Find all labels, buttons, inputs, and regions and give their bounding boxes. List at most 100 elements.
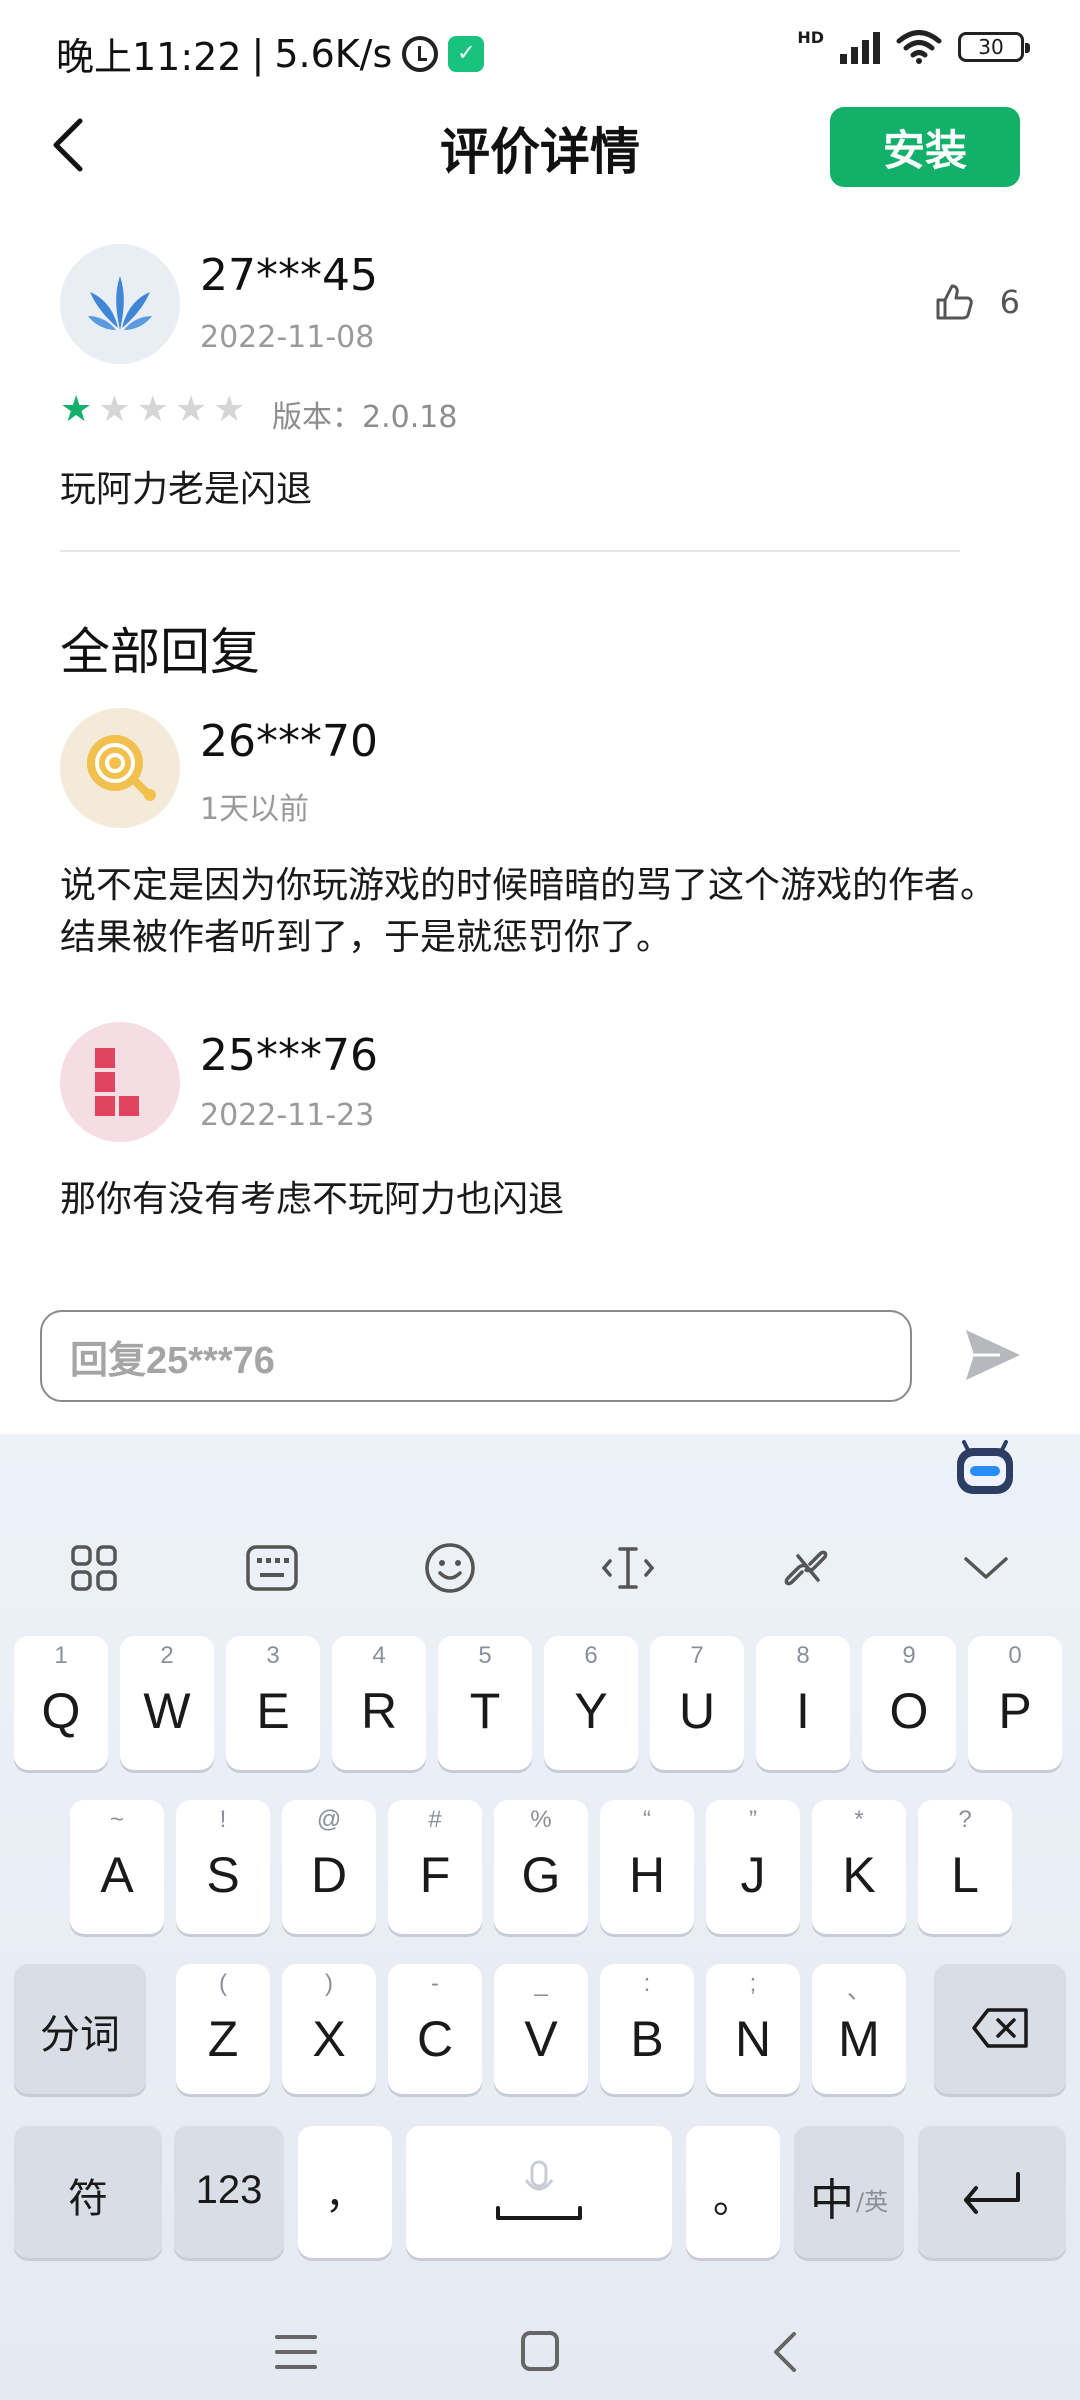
key-k[interactable]: * K xyxy=(812,1800,906,1934)
review-date: 2022-11-08 xyxy=(200,320,375,355)
install-button[interactable]: 安装 xyxy=(830,107,1020,187)
key-m[interactable]: 、 M xyxy=(812,1964,906,2094)
menu-icon[interactable] xyxy=(274,2332,318,2372)
home-icon[interactable] xyxy=(520,2330,560,2372)
key-label: C xyxy=(416,2011,454,2067)
key-d[interactable]: @ D xyxy=(282,1800,376,1934)
keyboard-layout-icon[interactable] xyxy=(244,1540,300,1596)
star-rating: ★ ★ ★ ★ ★ xyxy=(60,390,245,430)
star-filled-icon: ★ xyxy=(60,389,93,430)
key-hint: ) xyxy=(325,1970,333,1997)
key-hint: 9 xyxy=(902,1642,916,1669)
chevron-down-icon[interactable] xyxy=(958,1540,1014,1596)
key-w[interactable]: 2W xyxy=(120,1636,214,1770)
key-hint: : xyxy=(643,1970,651,1997)
enter-key[interactable] xyxy=(918,2126,1066,2258)
avatar[interactable] xyxy=(60,1022,180,1142)
star-empty-icon: ★ xyxy=(98,389,131,430)
star-empty-icon: ★ xyxy=(136,389,169,430)
key-e[interactable]: 3E xyxy=(226,1636,320,1770)
key-v[interactable]: _ V xyxy=(494,1964,588,2094)
key-label: U xyxy=(678,1683,716,1739)
key-hint: 8 xyxy=(796,1642,810,1669)
key-o[interactable]: 9O xyxy=(862,1636,956,1770)
period-key-label: 。 xyxy=(713,2177,753,2221)
link-icon[interactable] xyxy=(778,1540,834,1596)
battery-level: 30 xyxy=(978,35,1004,59)
keyboard-assistant-icon[interactable] xyxy=(954,1440,1016,1496)
comma-key[interactable]: ， xyxy=(298,2126,392,2258)
key-g[interactable]: % G xyxy=(494,1800,588,1934)
period-key[interactable]: 。 xyxy=(686,2126,780,2258)
key-hint: ( xyxy=(219,1970,227,1997)
like-count: 6 xyxy=(999,283,1020,321)
key-hint: 0 xyxy=(1008,1642,1022,1669)
review-text: 玩阿力老是闪退 xyxy=(60,469,313,510)
key-r[interactable]: 4R xyxy=(332,1636,426,1770)
key-q[interactable]: 1Q xyxy=(14,1636,108,1770)
key-hint: ” xyxy=(749,1806,757,1833)
avatar[interactable] xyxy=(60,244,180,364)
key-label: J xyxy=(740,1847,766,1903)
key-label: B xyxy=(630,2011,664,2067)
enter-icon xyxy=(964,2172,1020,2214)
battery-icon: 30 xyxy=(958,32,1030,62)
like-button[interactable]: 6 xyxy=(934,282,1020,322)
key-hint: - xyxy=(431,1970,439,1997)
status-left: 晚上11:22 | 5.6K/s ✓ xyxy=(56,26,485,81)
key-t[interactable]: 5T xyxy=(438,1636,532,1770)
reply-date: 2022-11-23 xyxy=(200,1098,375,1133)
lang-sub-label: /英 xyxy=(856,2188,889,2216)
key-hint: 3 xyxy=(266,1642,280,1669)
key-y[interactable]: 6Y xyxy=(544,1636,638,1770)
block-l-avatar-icon xyxy=(95,1048,139,1116)
divider xyxy=(60,550,960,552)
key-s[interactable]: ! S xyxy=(176,1800,270,1934)
star-empty-icon: ★ xyxy=(213,389,246,430)
key-b[interactable]: :B xyxy=(600,1964,694,2094)
key-label: V xyxy=(524,2011,558,2067)
send-icon[interactable] xyxy=(960,1322,1026,1388)
key-p[interactable]: 0P xyxy=(968,1636,1062,1770)
symbol-key[interactable]: 符 xyxy=(14,2126,162,2258)
review-version: 版本：2.0.18 xyxy=(272,400,458,435)
number-key[interactable]: 123 xyxy=(174,2126,284,2258)
key-f[interactable]: # F xyxy=(388,1800,482,1934)
reply-text: 那你有没有考虑不玩阿力也闪退 xyxy=(60,1179,565,1220)
key-c[interactable]: -C xyxy=(388,1964,482,2094)
segment-key[interactable]: 分词 xyxy=(14,1964,146,2094)
emoji-icon[interactable] xyxy=(422,1540,478,1596)
key-hint: 2 xyxy=(160,1642,174,1669)
key-h[interactable]: “H xyxy=(600,1800,694,1934)
apps-grid-icon[interactable] xyxy=(66,1540,122,1596)
key-n[interactable]: ; N xyxy=(706,1964,800,2094)
key-hint: 6 xyxy=(584,1642,598,1669)
key-label: E xyxy=(256,1683,290,1739)
comma-key-label: ， xyxy=(325,2173,365,2217)
space-key[interactable] xyxy=(406,2126,672,2258)
reply-input[interactable]: 回复25***76 xyxy=(40,1310,912,1402)
key-label: T xyxy=(469,1683,501,1739)
key-i[interactable]: 8I xyxy=(756,1636,850,1770)
signal-icon xyxy=(840,30,880,64)
key-label: A xyxy=(100,1847,134,1903)
key-a[interactable]: ~ A xyxy=(70,1800,164,1934)
key-label: N xyxy=(734,2011,772,2067)
key-hint: 4 xyxy=(372,1642,386,1669)
language-switch-key[interactable]: 中 /英 xyxy=(794,2126,904,2258)
key-j[interactable]: ” J xyxy=(706,1800,800,1934)
key-x[interactable]: ) X xyxy=(282,1964,376,2094)
cursor-move-icon[interactable] xyxy=(600,1540,656,1596)
ham-avatar-icon xyxy=(87,735,156,801)
key-z[interactable]: (Z xyxy=(176,1964,270,2094)
key-l[interactable]: ? L xyxy=(918,1800,1012,1934)
key-hint: @ xyxy=(316,1806,342,1833)
status-time: 晚上11:22 xyxy=(56,35,242,79)
key-u[interactable]: 7U xyxy=(650,1636,744,1770)
avatar[interactable] xyxy=(60,708,180,828)
backspace-key[interactable] xyxy=(934,1964,1066,2094)
back-nav-icon[interactable] xyxy=(770,2330,800,2374)
key-label: S xyxy=(206,1847,240,1903)
key-label: Z xyxy=(207,2011,239,2067)
key-label: R xyxy=(360,1683,398,1739)
